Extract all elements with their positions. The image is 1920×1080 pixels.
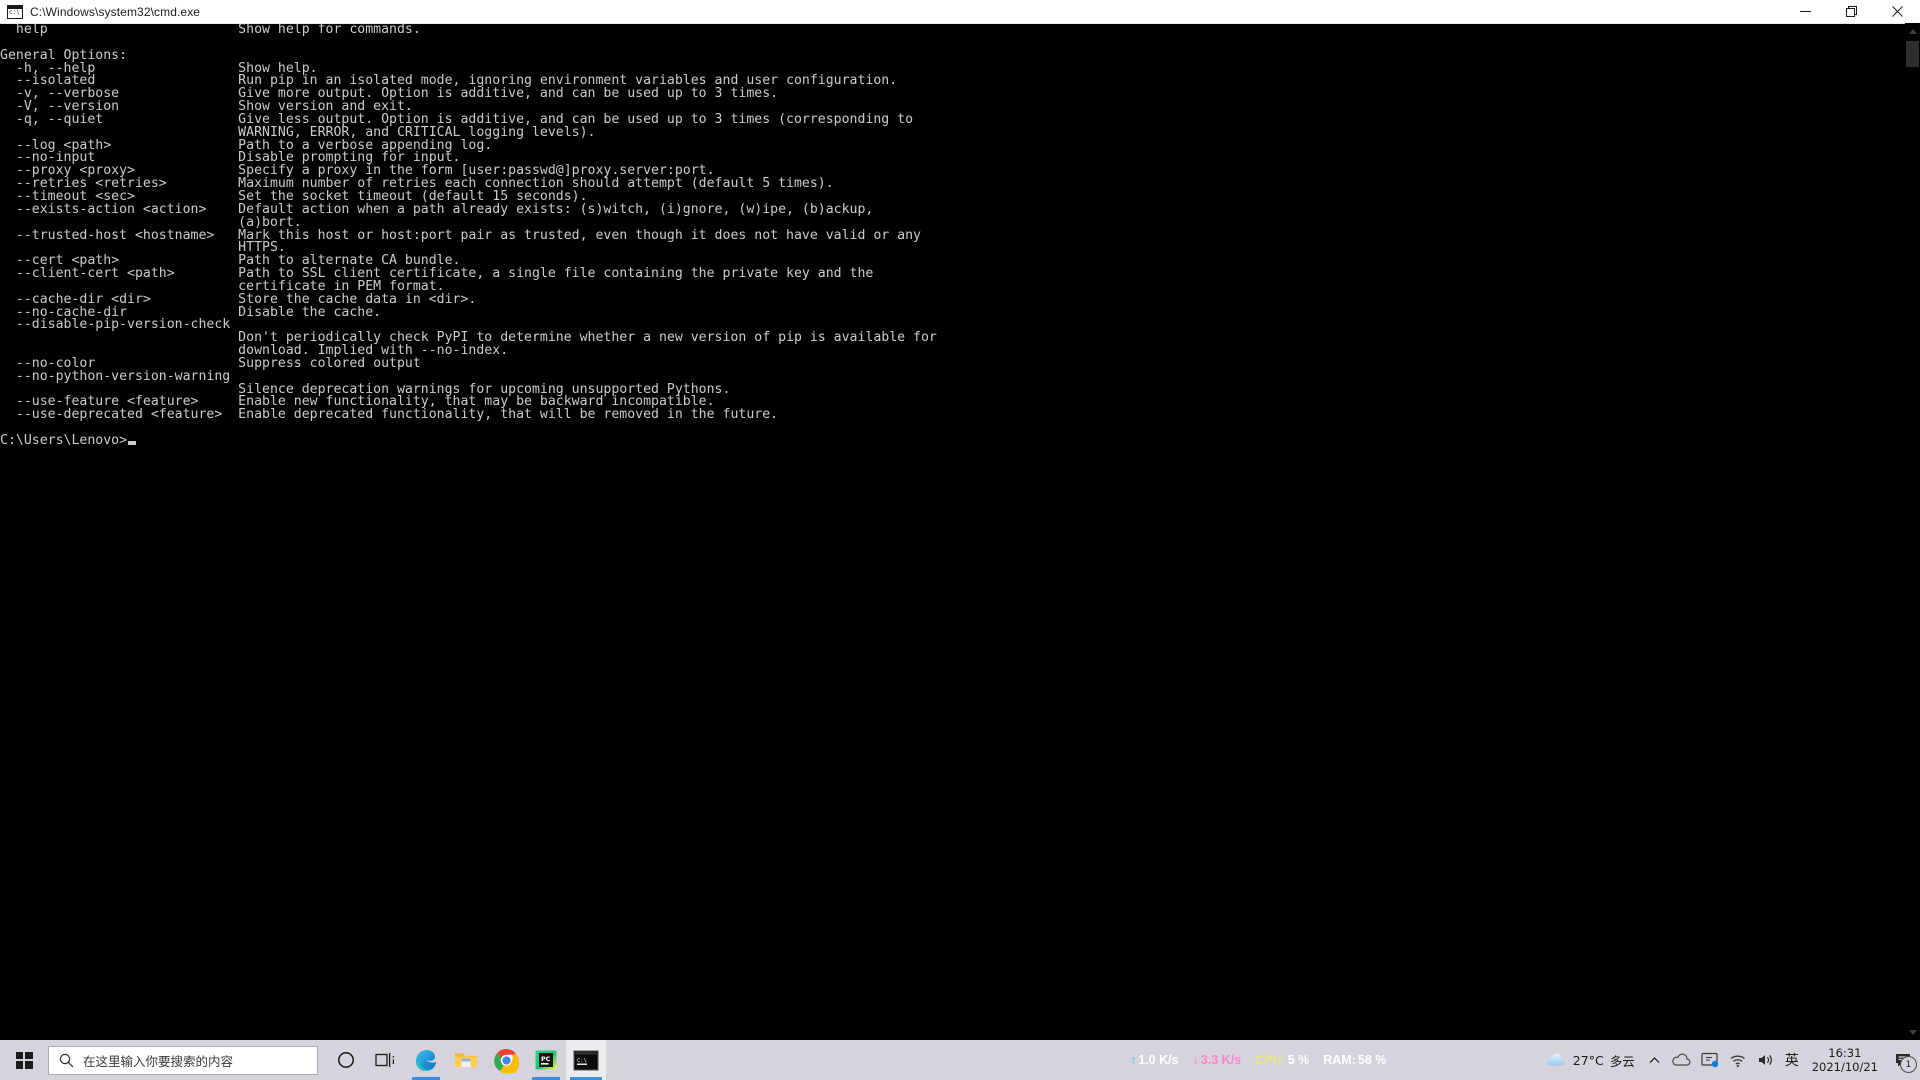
- taskbar-item-file-explorer[interactable]: [446, 1040, 486, 1080]
- maximize-button[interactable]: [1828, 0, 1874, 23]
- download-speed-monitor: ↓ 3.3 K/s: [1193, 1053, 1242, 1067]
- ime-language-label: 英: [1784, 1053, 1799, 1069]
- google-chrome-icon: [493, 1048, 519, 1073]
- weather-temperature: 27°C: [1572, 1052, 1604, 1068]
- wifi-icon: [1730, 1055, 1745, 1067]
- microsoft-edge-icon: [416, 1050, 436, 1071]
- notification-center-button[interactable]: 1: [1886, 1040, 1920, 1080]
- scrollbar-thumb[interactable]: [1906, 41, 1919, 67]
- tray-item-network[interactable]: [1724, 1040, 1752, 1080]
- scroll-up-button[interactable]: [1905, 23, 1920, 39]
- terminal-scrollbar[interactable]: [1905, 23, 1920, 1040]
- taskbar-item-cortana[interactable]: [326, 1040, 366, 1080]
- cloud-icon: [1546, 1053, 1566, 1066]
- taskbar-item-microsoft-edge[interactable]: [406, 1040, 446, 1080]
- taskbar-item-task-view[interactable]: [366, 1040, 406, 1080]
- cpu-usage-value: 5 %: [1287, 1053, 1310, 1067]
- tray-item-volume[interactable]: [1752, 1040, 1780, 1080]
- clock-time: 16:31: [1828, 1046, 1862, 1060]
- terminal-prompt-line: C:\Users\Lenovo>: [0, 433, 1905, 448]
- prompt-text: C:\Users\Lenovo>: [0, 433, 128, 448]
- terminal-line: --no-color Suppress colored output: [0, 355, 421, 371]
- file-explorer-icon: [455, 1053, 477, 1067]
- show-hidden-icons-button[interactable]: [1643, 1040, 1666, 1080]
- taskbar-item-pycharm[interactable]: PC: [526, 1040, 566, 1080]
- cmd-icon: [7, 4, 23, 19]
- svg-text:C:\: C:\: [577, 1058, 587, 1064]
- command-prompt-icon: C:\: [573, 1050, 599, 1070]
- notification-count-badge: 1: [1900, 1056, 1917, 1073]
- download-arrow-icon: ↓: [1192, 1053, 1199, 1067]
- ram-usage-value: 58 %: [1357, 1053, 1387, 1067]
- taskbar-item-google-chrome[interactable]: [486, 1040, 526, 1080]
- ram-label: RAM:: [1323, 1053, 1356, 1067]
- speaker-icon: [1758, 1055, 1772, 1065]
- cmd-window: C:\Windows\system32\cmd.exe help: [0, 0, 1920, 1040]
- system-monitor-tray[interactable]: ↑ 1.0 K/s ↓ 3.3 K/s CPU: 5 % RAM: 58 %: [1130, 1040, 1386, 1080]
- terminal-cursor: [128, 441, 137, 445]
- upload-speed-value: 1.0 K/s: [1138, 1053, 1179, 1067]
- svg-text:PC: PC: [541, 1055, 551, 1063]
- ram-usage-monitor: RAM: 58 %: [1323, 1053, 1386, 1067]
- terminal-output-area[interactable]: help Show help for commands. General Opt…: [0, 24, 1920, 1040]
- pycharm-icon: PC: [535, 1050, 557, 1070]
- terminal-line: --no-cache-dir Disable the cache.: [0, 304, 382, 320]
- upload-speed-monitor: ↑ 1.0 K/s: [1130, 1053, 1179, 1067]
- terminal-line: --use-deprecated <feature> Enable deprec…: [0, 407, 779, 423]
- scroll-down-button[interactable]: [1905, 1024, 1920, 1040]
- windows-logo-icon: [15, 1051, 33, 1069]
- tray-item-screen-share[interactable]: [1696, 1040, 1724, 1080]
- upload-arrow-icon: ↑: [1130, 1053, 1137, 1067]
- windows-taskbar: 在这里输入你要搜索的内容 PC C:\ ↑ 1.0 K/s ↓ 3.3 K/s …: [0, 1040, 1920, 1080]
- tray-item-ime-language[interactable]: 英: [1780, 1040, 1804, 1080]
- cortana-icon: [338, 1052, 354, 1068]
- minimize-button[interactable]: [1782, 0, 1828, 23]
- cpu-usage-monitor: CPU: 5 %: [1255, 1053, 1309, 1067]
- window-controls: [1782, 0, 1920, 23]
- clock-date: 2021/10/21: [1811, 1060, 1878, 1074]
- system-tray: 27°C 多云 英 16:31 2021/10/21 1: [1535, 1040, 1920, 1080]
- task-view-icon: [375, 1053, 395, 1067]
- search-placeholder: 在这里输入你要搜索的内容: [83, 1053, 234, 1069]
- download-speed-value: 3.3 K/s: [1200, 1053, 1242, 1067]
- windows-start-button[interactable]: [0, 1040, 48, 1080]
- terminal-text: help Show help for commands. General Opt…: [0, 24, 1905, 448]
- window-title: C:\Windows\system32\cmd.exe: [30, 4, 201, 19]
- cpu-label: CPU:: [1255, 1053, 1286, 1067]
- onedrive-cloud-icon: [1671, 1053, 1691, 1066]
- terminal-line: help Show help for commands.: [0, 24, 421, 37]
- taskbar-clock[interactable]: 16:31 2021/10/21: [1804, 1040, 1886, 1080]
- taskbar-weather-widget[interactable]: 27°C 多云: [1535, 1040, 1643, 1080]
- taskbar-item-command-prompt[interactable]: C:\: [566, 1040, 606, 1080]
- weather-description: 多云: [1609, 1053, 1635, 1069]
- chevron-up-icon: [1649, 1056, 1660, 1063]
- close-button[interactable]: [1874, 0, 1920, 23]
- taskbar-search-box[interactable]: 在这里输入你要搜索的内容: [48, 1045, 318, 1075]
- screen-share-icon: [1701, 1052, 1718, 1068]
- tray-item-onedrive[interactable]: [1666, 1040, 1696, 1080]
- taskbar-app-icons: PC C:\: [326, 1040, 606, 1080]
- window-titlebar[interactable]: C:\Windows\system32\cmd.exe: [0, 0, 1920, 24]
- search-icon: [49, 1053, 83, 1068]
